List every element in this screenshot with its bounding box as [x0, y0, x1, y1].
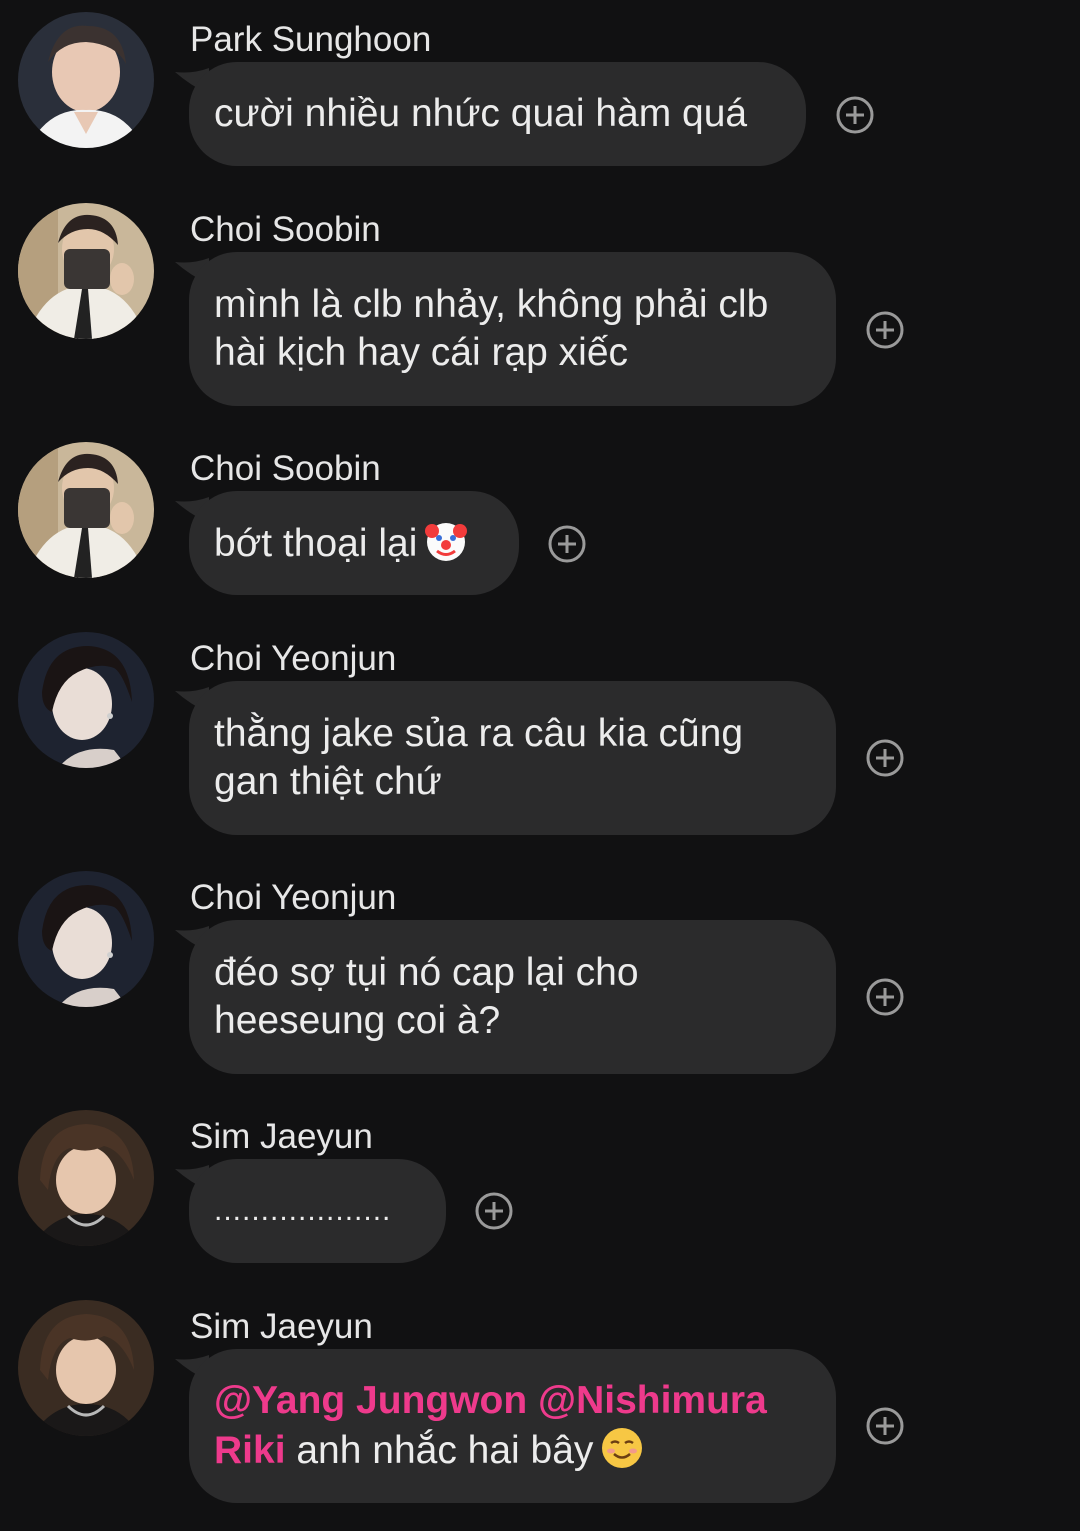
smiling-face-icon [602, 1428, 643, 1468]
message-text: mình là clb nhảy, không phải clb [214, 283, 769, 326]
sender-name: Park Sunghoon [190, 20, 432, 59]
profile-photo-icon [18, 871, 154, 1007]
message-text: hài kịch hay cái rạp xiếc [214, 331, 629, 374]
sender-name: Choi Soobin [190, 449, 381, 488]
message-text: thằng jake sủa ra câu kia cũng [214, 712, 744, 755]
message-item: Choi Yeonjun đéo sợ tụi nó cap lại cho h… [0, 871, 1080, 1078]
message-text: gan thiệt chứ [214, 760, 442, 803]
avatar[interactable] [18, 1300, 154, 1436]
mention-link[interactable]: @Yang Jungwon [214, 1379, 527, 1422]
avatar[interactable] [18, 632, 154, 768]
message-text: heeseung coi à? [214, 999, 501, 1042]
sender-name: Choi Yeonjun [190, 639, 397, 678]
sender-name: Choi Yeonjun [190, 878, 397, 917]
message-item: Choi Yeonjun thằng jake sủa ra câu kia c… [0, 632, 1080, 839]
clown-face-icon [425, 523, 468, 561]
add-reaction-icon[interactable] [865, 738, 905, 778]
message-bubble[interactable]: cười nhiều nhức quai hàm quá [189, 62, 806, 166]
message-item: Sim Jaeyun @Yang Jungwon @Nishimura Riki… [0, 1300, 1080, 1507]
message-bubble[interactable]: đéo sợ tụi nó cap lại cho heeseung coi à… [189, 920, 836, 1074]
profile-photo-icon [18, 442, 154, 578]
message-bubble[interactable]: ................... [189, 1159, 446, 1263]
profile-photo-icon [18, 1110, 154, 1246]
add-reaction-icon[interactable] [547, 524, 587, 564]
profile-photo-icon [18, 12, 154, 148]
message-text: ................... [214, 1194, 392, 1227]
message-bubble[interactable]: thằng jake sủa ra câu kia cũng gan thiệt… [189, 681, 836, 835]
message-bubble[interactable]: @Yang Jungwon @Nishimura Riki anh nhắc h… [189, 1349, 836, 1503]
message-text: cười nhiều nhức quai hàm quá [214, 92, 748, 135]
message-bubble[interactable]: mình là clb nhảy, không phải clb hài kịc… [189, 252, 836, 406]
add-reaction-icon[interactable] [835, 95, 875, 135]
message-text: bớt thoại lại [214, 522, 418, 565]
sender-name: Choi Soobin [190, 210, 381, 249]
mention-link[interactable]: Riki [214, 1429, 286, 1472]
avatar[interactable] [18, 12, 154, 148]
profile-photo-icon [18, 203, 154, 339]
message-item: Choi Soobin bớt thoại lại [0, 442, 1080, 599]
sender-name: Sim Jaeyun [190, 1307, 373, 1346]
add-reaction-icon[interactable] [865, 310, 905, 350]
avatar[interactable] [18, 203, 154, 339]
message-item: Choi Soobin mình là clb nhảy, không phải… [0, 203, 1080, 410]
message-item: Park Sunghoon cười nhiều nhức quai hàm q… [0, 12, 1080, 170]
mention-link[interactable]: @Nishimura [538, 1379, 767, 1422]
avatar[interactable] [18, 442, 154, 578]
message-bubble[interactable]: bớt thoại lại [189, 491, 519, 595]
avatar[interactable] [18, 1110, 154, 1246]
message-text: đéo sợ tụi nó cap lại cho [214, 951, 639, 994]
add-reaction-icon[interactable] [865, 1406, 905, 1446]
message-text: anh nhắc hai bây [285, 1429, 594, 1472]
message-item: Sim Jaeyun ................... [0, 1110, 1080, 1267]
avatar[interactable] [18, 871, 154, 1007]
profile-photo-icon [18, 1300, 154, 1436]
chat-thread: Park Sunghoon cười nhiều nhức quai hàm q… [0, 0, 1080, 1531]
profile-photo-icon [18, 632, 154, 768]
sender-name: Sim Jaeyun [190, 1117, 373, 1156]
add-reaction-icon[interactable] [474, 1191, 514, 1231]
add-reaction-icon[interactable] [865, 977, 905, 1017]
